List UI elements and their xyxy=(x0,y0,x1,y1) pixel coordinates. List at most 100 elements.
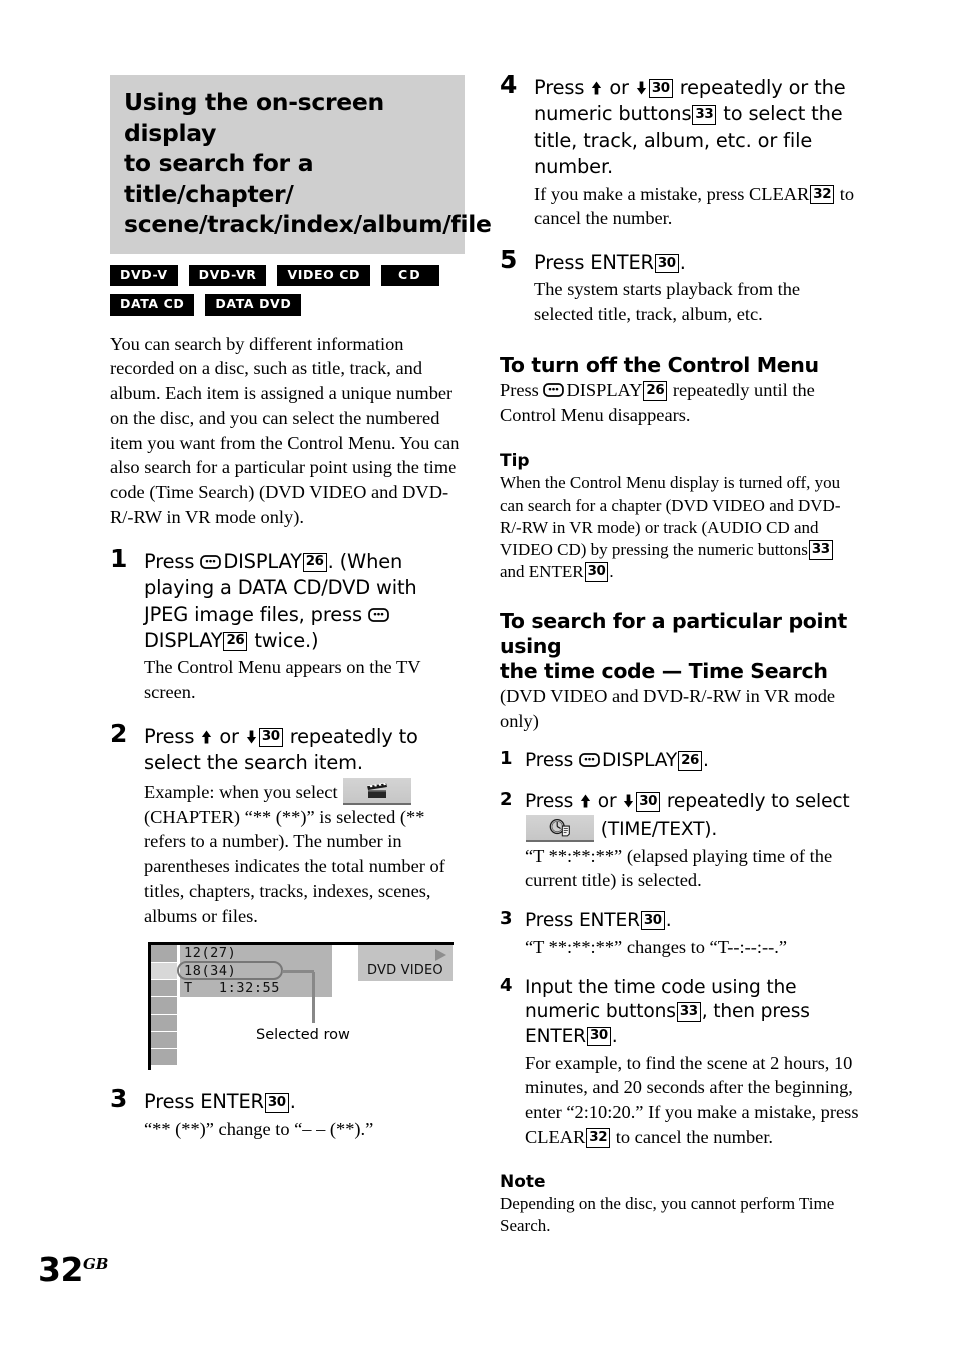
left-column: Using the on-screen display to search fo… xyxy=(110,75,492,1141)
ref-key-33: 33 xyxy=(808,540,833,560)
osd-icon-cell xyxy=(151,1031,177,1050)
osd-inner: 12(27) 18(34) T 1:32:55 DVD VIDEO Select… xyxy=(151,945,454,1070)
time-search-step-2-number: 2 xyxy=(500,789,513,811)
step-3-text-b: . xyxy=(289,1090,296,1114)
ref-key-30: 30 xyxy=(636,792,661,812)
turn-off-text-b: DISPLAY xyxy=(566,379,643,400)
manual-page: Using the on-screen display to search fo… xyxy=(0,0,954,1357)
ref-key-30: 30 xyxy=(258,727,283,748)
step-4-text-a: Press xyxy=(534,76,585,99)
ts2-text-b: repeatedly to select xyxy=(666,791,850,813)
intro-paragraph: You can search by different information … xyxy=(110,333,460,527)
tip-text-b: and ENTER xyxy=(500,561,584,581)
step-4-number: 4 xyxy=(500,70,518,99)
step-3-number: 3 xyxy=(110,1084,128,1114)
display-icon xyxy=(368,603,389,622)
ts4-text-c: . xyxy=(611,1025,618,1047)
step-2-text-or: or xyxy=(219,724,239,748)
media-badge-list: DVD-V DVD-VR VIDEO CD CD DATA CD DATA DV… xyxy=(110,264,462,316)
osd-icon-column xyxy=(151,945,177,1067)
time-search-step-4-headline: Input the time code using the numeric bu… xyxy=(525,976,862,1050)
media-badge-dvd-v: DVD-V xyxy=(110,264,178,287)
page-number: 32GB xyxy=(38,1250,108,1289)
ts1-text-c: . xyxy=(702,750,709,772)
step-4: 4 Press or 30 repeatedly or the numeric … xyxy=(500,70,862,232)
step-2-headline: Press or 30 repeatedly to select the sea… xyxy=(144,724,465,777)
media-badge-video-cd: VIDEO CD xyxy=(277,264,371,287)
step-5-detail: The system starts playback from the sele… xyxy=(534,279,801,325)
step-1-text-a: Press xyxy=(144,549,195,573)
page-region-suffix: GB xyxy=(82,1255,109,1273)
chapter-icon xyxy=(343,777,412,805)
ref-key-30: 30 xyxy=(654,254,679,274)
time-search-step-2: 2 Press or 30 repeatedly to select (TIME… xyxy=(500,790,862,893)
step-4-detail-a: If you make a mistake, press CLEAR xyxy=(534,183,810,204)
tip-text-a: When the Control Menu display is turned … xyxy=(500,473,841,559)
ts3-text-a: Press ENTER xyxy=(525,910,640,932)
ts2-text-a: Press xyxy=(525,791,574,813)
heading-time-search-line-1: To search for a particular point using xyxy=(500,608,847,658)
time-search-step-3-number: 3 xyxy=(500,908,513,930)
step-4-headline: Press or 30 repeatedly or the numeric bu… xyxy=(534,75,862,181)
step-5-headline: Press ENTER 30. xyxy=(534,250,862,276)
osd-disc-label: DVD VIDEO xyxy=(367,963,443,979)
osd-row-time: T 1:32:55 xyxy=(180,979,332,998)
turn-off-text: Press DISPLAY 26 repeatedly until the Con… xyxy=(500,378,862,428)
step-5-text-b: . xyxy=(679,251,686,275)
ref-key-30: 30 xyxy=(584,562,609,582)
ref-key-26: 26 xyxy=(678,751,702,771)
ref-key-26: 26 xyxy=(302,552,327,573)
step-1-number: 1 xyxy=(110,543,128,573)
tip-text-c: . xyxy=(609,561,614,581)
ts4-detail-b: to cancel the number. xyxy=(615,1126,774,1147)
arrow-down-icon xyxy=(622,793,635,809)
ts1-text-a: Press xyxy=(525,750,574,772)
ref-key-26: 26 xyxy=(643,381,668,401)
time-search-step-1-number: 1 xyxy=(500,748,513,770)
section-banner: Using the on-screen display to search fo… xyxy=(110,75,492,254)
heading-tip: Tip xyxy=(500,451,530,472)
arrow-up-icon xyxy=(590,80,603,96)
ts3-text-b: . xyxy=(665,910,672,932)
time-search-step-1: 1 Press DISPLAY 26. xyxy=(500,749,862,774)
ref-key-30: 30 xyxy=(648,79,673,99)
time-search-step-2-headline: Press or 30 repeatedly to select (TIME/T… xyxy=(525,790,862,842)
step-3-headline: Press ENTER 30. xyxy=(144,1089,465,1115)
arrow-up-icon xyxy=(579,793,592,809)
step-2-detail-a: Example: when you select xyxy=(144,781,338,802)
ts1-text-b: DISPLAY xyxy=(601,750,678,772)
osd-selection-oval xyxy=(177,961,283,981)
arrow-up-icon xyxy=(200,729,213,745)
step-1-headline: Press DISPLAY 26. (When playing a DATA CD… xyxy=(144,549,465,655)
time-search-step-1-headline: Press DISPLAY 26. xyxy=(525,749,862,774)
time-text-icon xyxy=(526,814,594,842)
time-search-subtitle: (DVD VIDEO and DVD-R/-RW in VR mode only… xyxy=(500,685,836,731)
step-3: 3 Press ENTER 30. “** (**)” change to “– … xyxy=(110,1084,465,1141)
media-badge-cd: CD xyxy=(381,264,439,287)
ref-key-32: 32 xyxy=(810,185,835,205)
step-2: 2 Press or 30 repeatedly to select the s… xyxy=(110,721,465,929)
step-3-text-a: Press ENTER xyxy=(144,1090,264,1114)
step-2-detail: Example: when you select (CHAPTER) “** (… xyxy=(144,777,465,929)
right-column: 4 Press or 30 repeatedly or the numeric … xyxy=(500,70,862,1237)
note-text: Depending on the disc, you cannot perfor… xyxy=(500,1193,835,1235)
osd-disc-badge: DVD VIDEO xyxy=(358,945,453,982)
ref-key-30: 30 xyxy=(264,1093,289,1113)
heading-note: Note xyxy=(500,1171,546,1192)
ts2-text-c: (TIME/TEXT). xyxy=(600,818,718,840)
ref-key-32: 32 xyxy=(586,1128,611,1148)
step-5: 5 Press ENTER 30. The system starts playb… xyxy=(500,247,862,327)
time-search-step-3-headline: Press ENTER 30. xyxy=(525,909,862,934)
osd-row-title: 12(27) xyxy=(180,945,332,963)
step-1-text-e: twice.) xyxy=(254,628,319,652)
ref-key-26: 26 xyxy=(223,631,248,652)
step-4-detail: If you make a mistake, press CLEAR 32 to … xyxy=(534,182,862,232)
callout-selected-row-label: Selected row xyxy=(256,1027,350,1044)
osd-icon-cell xyxy=(151,945,177,963)
onscreen-display-illustration: 12(27) 18(34) T 1:32:55 DVD VIDEO Select… xyxy=(148,942,454,1071)
time-search-step-2-detail: “T **:**:**” (elapsed playing time of th… xyxy=(525,845,833,891)
play-triangle-icon xyxy=(435,949,446,962)
page-number-value: 32 xyxy=(38,1250,83,1289)
arrow-down-icon xyxy=(635,80,648,96)
step-4-text-or: or xyxy=(609,76,629,99)
